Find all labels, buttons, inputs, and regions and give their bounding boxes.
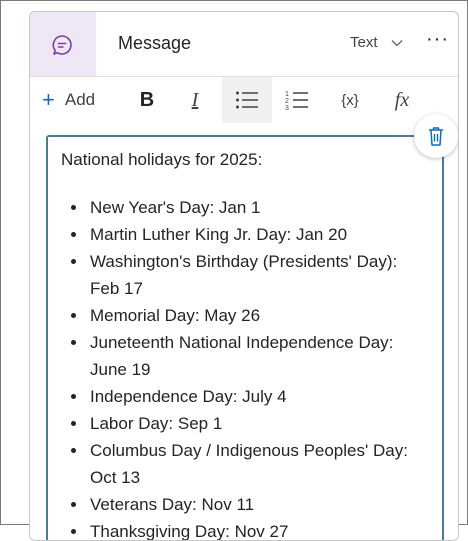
list-item: Martin Luther King Jr. Day: Jan 20 xyxy=(88,221,428,248)
list-item: Labor Day: Sep 1 xyxy=(88,410,428,437)
svg-text:1: 1 xyxy=(285,91,289,98)
add-button[interactable]: + Add xyxy=(42,77,95,123)
italic-button[interactable]: I xyxy=(180,77,210,123)
add-label: Add xyxy=(64,90,96,109)
bold-button[interactable]: B xyxy=(132,77,162,123)
variable-icon: {x} xyxy=(341,91,359,109)
holiday-list: New Year's Day: Jan 1 Martin Luther King… xyxy=(48,194,428,540)
plus-icon: + xyxy=(42,87,55,112)
list-item: Washington's Birthday (Presidents' Day):… xyxy=(88,248,428,302)
trash-icon xyxy=(429,127,443,146)
list-item: Memorial Day: May 26 xyxy=(88,302,428,329)
numbered-list-button[interactable]: 1 2 3 xyxy=(282,77,312,123)
more-options-button[interactable]: ··· xyxy=(426,28,449,51)
bulleted-list-button[interactable] xyxy=(222,77,272,123)
bold-icon: B xyxy=(139,88,155,111)
bulleted-list-icon xyxy=(236,91,258,109)
message-card: Message Text ··· + Add B I 1 2 3 {x} fx … xyxy=(29,11,459,541)
message-type-dropdown[interactable]: Text xyxy=(350,34,403,51)
italic-icon: I xyxy=(191,88,199,111)
list-item: Independence Day: July 4 xyxy=(88,383,428,410)
list-item: New Year's Day: Jan 1 xyxy=(88,194,428,221)
list-item: Juneteenth National Independence Day: Ju… xyxy=(88,329,428,383)
svg-text:3: 3 xyxy=(285,105,289,111)
page: { "header": { "icon": "chat-bubble-icon"… xyxy=(0,0,468,541)
formula-icon: fx xyxy=(394,88,410,111)
insert-variable-button[interactable]: {x} xyxy=(332,77,368,123)
message-type-label: Text xyxy=(350,34,378,51)
delete-button[interactable] xyxy=(414,114,458,158)
numbered-list-icon: 1 2 3 xyxy=(285,91,308,111)
message-node-icon-box xyxy=(30,12,96,76)
message-text-editor[interactable]: National holidays for 2025: New Year's D… xyxy=(46,135,444,540)
list-item: Columbus Day / Indigenous Peoples' Day: … xyxy=(88,437,428,491)
chevron-down-icon xyxy=(391,40,403,47)
card-header: Message Text ··· xyxy=(30,12,458,76)
chat-bubble-icon xyxy=(52,35,72,55)
list-item: Veterans Day: Nov 11 xyxy=(88,491,428,518)
insert-formula-button[interactable]: fx xyxy=(384,77,420,123)
svg-text:2: 2 xyxy=(285,98,289,105)
formatting-toolbar: + Add B I 1 2 3 {x} fx xyxy=(30,77,458,123)
editor-intro-text: National holidays for 2025: xyxy=(61,150,263,169)
list-item: Thanksgiving Day: Nov 27 xyxy=(88,518,428,540)
card-title: Message xyxy=(118,33,192,53)
